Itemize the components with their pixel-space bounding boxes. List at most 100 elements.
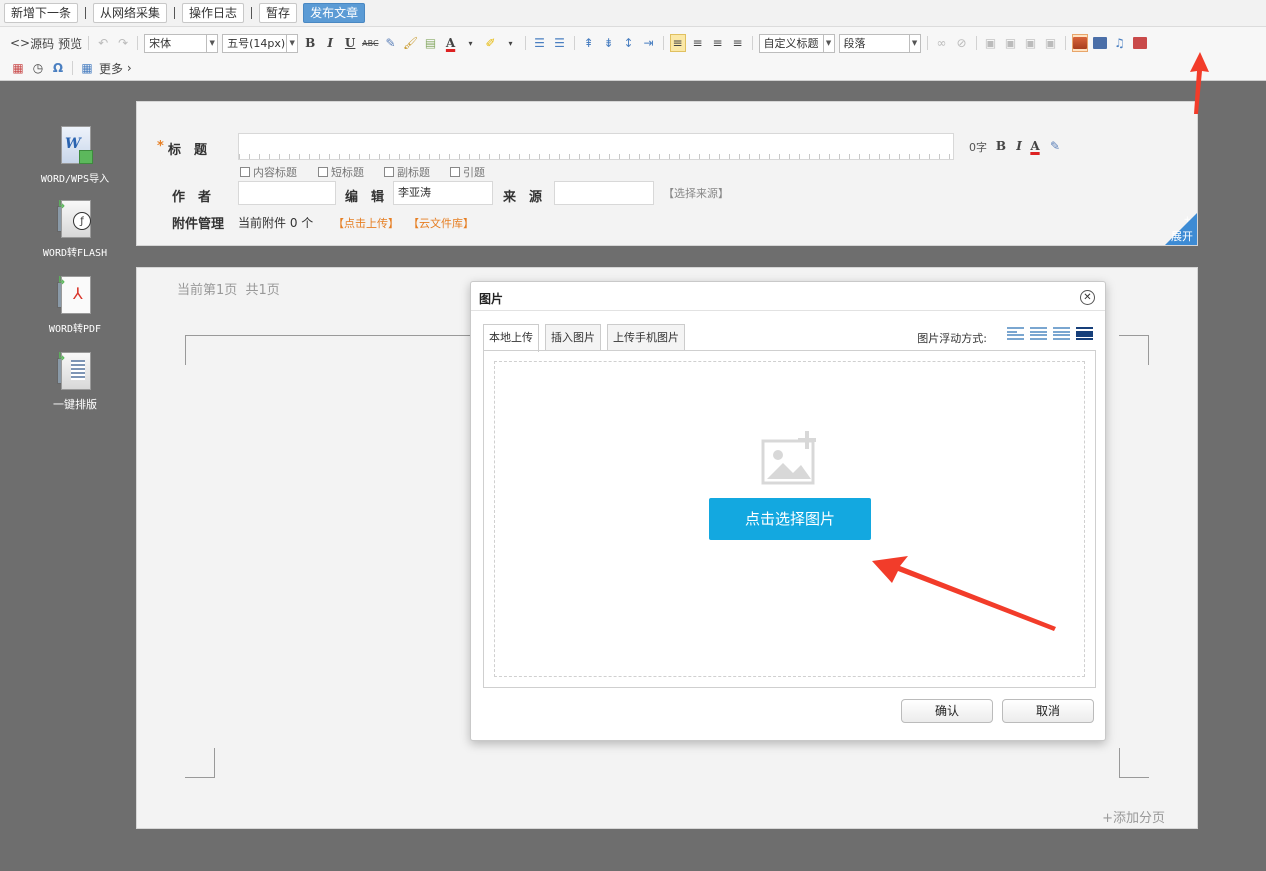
separator — [137, 36, 139, 50]
unlink-icon[interactable]: ⊘ — [954, 34, 970, 52]
unordered-list-icon[interactable]: ☰ — [552, 34, 568, 52]
font-family-select[interactable]: 宋体 ▼ — [144, 33, 219, 53]
editor-label: 编 辑 — [345, 190, 385, 205]
operation-log-button[interactable]: 操作日志 — [182, 3, 245, 23]
format-brush-icon[interactable]: 🖌 — [403, 34, 419, 52]
web-collect-button[interactable]: 从网络采集 — [93, 3, 168, 23]
editor-input[interactable]: 李亚涛 — [393, 181, 493, 205]
tab-local-upload[interactable]: 本地上传 — [483, 324, 539, 352]
title-bold-icon[interactable]: B — [993, 137, 1009, 155]
source-label: 来 源 — [503, 190, 543, 205]
indent-icon[interactable]: ⇥ — [641, 34, 657, 52]
float-left-icon[interactable] — [1030, 326, 1047, 341]
highlight-color-icon[interactable]: ✐ — [483, 34, 499, 52]
title-italic-icon[interactable]: I — [1011, 137, 1027, 155]
cancel-button[interactable]: 取消 — [1002, 699, 1094, 723]
choose-source-link[interactable]: 【选择来源】 — [663, 185, 729, 201]
line-height-icon[interactable]: ↕ — [621, 34, 637, 52]
option-subtitle[interactable]: 副标题 — [384, 164, 430, 180]
align-right-icon[interactable]: ≡ — [710, 34, 726, 52]
table-icon[interactable]: ▦ — [79, 59, 95, 77]
separator — [72, 61, 73, 75]
sidebar-item-word-to-flash[interactable]: ƒ ↳ WORD转FLASH — [20, 199, 130, 259]
author-label: 作 者 — [172, 190, 212, 205]
checkbox-icon — [318, 167, 328, 177]
word-to-pdf-icon: ⅄ ↳ — [57, 275, 93, 316]
float-none-icon[interactable] — [1007, 326, 1024, 341]
insert-image-icon[interactable] — [1071, 34, 1088, 52]
attachment-label: 附件管理 — [172, 217, 225, 232]
insert-music-icon[interactable]: ♫ — [1112, 34, 1128, 52]
paragraph-select[interactable]: 段落 ▼ — [838, 33, 921, 53]
image-center-icon[interactable]: ▣ — [1043, 34, 1059, 52]
add-image-icon — [761, 431, 816, 485]
row-spacing-top-icon[interactable]: ⇞ — [581, 34, 597, 52]
ordered-list-icon[interactable]: ☰ — [532, 34, 548, 52]
author-input[interactable] — [238, 181, 336, 205]
toolbar-row-2: ▦ ◷ Ω ▦ 更多 › — [0, 55, 134, 81]
insert-file-icon[interactable] — [1092, 34, 1108, 52]
option-short-title[interactable]: 短标题 — [318, 164, 364, 180]
cloud-library-link[interactable]: 【云文件库】 — [408, 215, 474, 231]
upload-area[interactable]: 点击选择图片 — [483, 350, 1096, 688]
paste-text-icon[interactable]: ▤ — [423, 34, 439, 52]
option-content-title[interactable]: 内容标题 — [240, 164, 297, 180]
add-next-button[interactable]: 新增下一条 — [4, 3, 79, 23]
confirm-button[interactable]: 确认 — [901, 699, 993, 723]
chevron-down-icon: ▼ — [908, 34, 920, 52]
chevron-down-icon[interactable]: ▾ — [463, 34, 479, 52]
sidebar-item-label: WORD/WPS导入 — [40, 174, 110, 185]
chevron-down-icon: ▼ — [822, 34, 834, 52]
image-inline-icon[interactable]: ▣ — [1023, 34, 1039, 52]
row-spacing-bottom-icon[interactable]: ⇟ — [601, 34, 617, 52]
sidebar-item-word-import[interactable]: W WORD/WPS导入 — [20, 126, 130, 185]
underline-icon[interactable]: U — [342, 34, 358, 52]
insert-map-icon[interactable] — [1132, 34, 1148, 52]
clock-icon[interactable]: ◷ — [30, 59, 46, 77]
title-ruler — [239, 154, 953, 159]
separator — [251, 7, 253, 19]
title-color-icon[interactable]: A — [1027, 137, 1043, 155]
save-draft-button[interactable]: 暂存 — [259, 3, 298, 23]
special-char-icon[interactable]: Ω — [50, 59, 66, 77]
title-spellcheck-icon[interactable]: ✎ — [1047, 137, 1063, 155]
title-input[interactable] — [238, 133, 954, 160]
option-lead-title[interactable]: 引题 — [450, 164, 485, 180]
paragraph-value: 段落 — [843, 37, 866, 50]
calendar-icon[interactable]: ▦ — [10, 59, 26, 77]
add-page-button[interactable]: +添加分页 — [1102, 807, 1165, 826]
align-left-icon[interactable]: ≡ — [669, 34, 686, 52]
italic-icon[interactable]: I — [322, 34, 338, 52]
publish-button[interactable]: 发布文章 — [303, 3, 366, 23]
spellcheck-icon[interactable]: ✎ — [383, 34, 399, 52]
font-size-select[interactable]: 五号(14px) ▼ — [222, 33, 299, 53]
tab-insert-image[interactable]: 插入图片 — [545, 324, 601, 351]
more-button[interactable]: 更多 › — [99, 59, 132, 77]
font-color-icon[interactable]: A — [443, 34, 459, 52]
undo-icon[interactable]: ↶ — [95, 34, 111, 52]
image-float-right-icon[interactable]: ▣ — [1003, 34, 1019, 52]
sidebar-item-one-click-layout[interactable]: ↳ 一键排版 — [20, 351, 130, 412]
image-float-left-icon[interactable]: ▣ — [983, 34, 999, 52]
preview-button[interactable]: 预览 — [58, 34, 82, 52]
float-center-icon[interactable] — [1076, 326, 1093, 341]
source-code-button[interactable]: <> 源码 — [10, 34, 54, 52]
align-justify-icon[interactable]: ≡ — [730, 34, 746, 52]
expand-label[interactable]: 展开 — [1171, 228, 1193, 244]
close-icon[interactable]: ✕ — [1080, 290, 1095, 305]
align-center-icon[interactable]: ≡ — [690, 34, 706, 52]
redo-icon[interactable]: ↷ — [115, 34, 131, 52]
upload-attachment-link[interactable]: 【点击上传】 — [333, 215, 399, 231]
one-click-layout-icon: ↳ — [57, 351, 93, 392]
custom-heading-select[interactable]: 自定义标题 ▼ — [758, 33, 835, 53]
tab-mobile-upload[interactable]: 上传手机图片 — [607, 324, 685, 351]
source-input[interactable] — [554, 181, 654, 205]
strikethrough-icon[interactable]: ABC — [362, 34, 378, 52]
sidebar-item-word-to-pdf[interactable]: ⅄ ↳ WORD转PDF — [20, 275, 130, 335]
bold-icon[interactable]: B — [302, 34, 318, 52]
choose-image-button[interactable]: 点击选择图片 — [709, 498, 871, 540]
chevron-down-icon[interactable]: ▾ — [503, 34, 519, 52]
link-icon[interactable]: ∞ — [934, 34, 950, 52]
float-right-icon[interactable] — [1053, 326, 1070, 341]
option-label: 引题 — [463, 166, 485, 179]
